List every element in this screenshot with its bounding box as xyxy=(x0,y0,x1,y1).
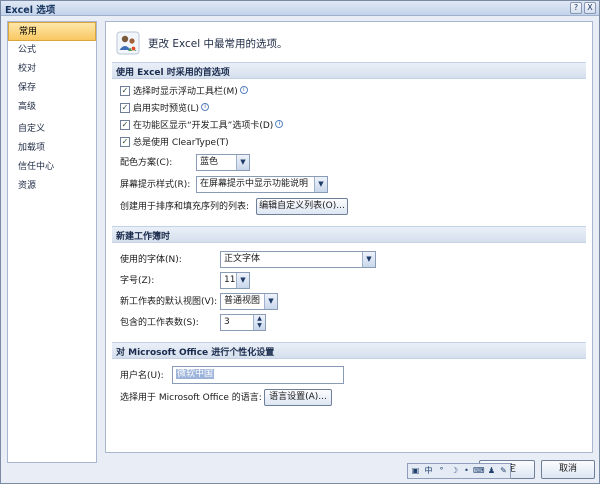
sidebar-item-formulas[interactable]: 公式 xyxy=(8,41,96,60)
option-cleartype-label: 总是使用 ClearType(T) xyxy=(133,138,229,148)
close-button[interactable]: X xyxy=(584,2,596,14)
section-personalize-title: 对 Microsoft Office 进行个性化设置 xyxy=(116,348,275,358)
sheet-count-stepper[interactable]: 3 ▲ ▼ xyxy=(220,314,266,331)
default-view-select[interactable]: 普通视图 ▼ xyxy=(220,293,278,310)
screentip-select[interactable]: 在屏幕提示中显示功能说明 ▼ xyxy=(196,176,328,193)
punctuation-icon[interactable]: ° xyxy=(436,465,447,477)
section-preferences-title: 使用 Excel 时采用的首选项 xyxy=(116,68,230,78)
sidebar-item-addins[interactable]: 加载项 xyxy=(8,139,96,158)
username-value: 微软中国 xyxy=(176,369,215,379)
font-size-label: 字号(Z): xyxy=(120,276,155,286)
option-developer-tab-label: 在功能区显示“开发工具”选项卡(D) xyxy=(133,121,274,131)
checkbox-developer-tab[interactable]: ✓ xyxy=(120,119,130,130)
ime-language-bar[interactable]: ▣ 中 ° ☽ • ⌨ ♟ ✎ xyxy=(407,463,511,479)
chevron-down-icon[interactable]: ▼ xyxy=(236,273,249,288)
chevron-down-icon[interactable]: ▼ xyxy=(314,177,327,192)
default-view-value: 普通视图 xyxy=(224,296,261,306)
users-settings-icon xyxy=(116,31,140,55)
language-settings-button[interactable]: 语言设置(A)... xyxy=(264,389,332,406)
sidebar-item-save[interactable]: 保存 xyxy=(8,79,96,98)
cancel-button[interactable]: 取消 xyxy=(541,460,595,479)
sidebar-item-resources[interactable]: 资源 xyxy=(8,177,96,196)
chevron-down-icon[interactable]: ▼ xyxy=(236,155,249,170)
panel-header: 更改 Excel 中最常用的选项。 xyxy=(116,28,586,60)
screentip-value: 在屏幕提示中显示功能说明 xyxy=(200,179,309,189)
moon-icon[interactable]: ☽ xyxy=(449,465,460,477)
excel-options-window: Excel 选项 ? X 常用 公式 校对 保存 高级 自定义 加载项 信任中心… xyxy=(0,0,600,484)
sidebar: 常用 公式 校对 保存 高级 自定义 加载项 信任中心 资源 xyxy=(7,21,97,463)
font-select[interactable]: 正文字体 ▼ xyxy=(220,251,376,268)
option-live-preview-label: 启用实时预览(L) xyxy=(133,104,200,114)
dot-icon[interactable]: • xyxy=(461,465,472,477)
option-cleartype[interactable]: ✓ 总是使用 ClearType(T) xyxy=(120,135,229,151)
color-scheme-value: 蓝色 xyxy=(200,157,219,167)
username-input[interactable]: 微软中国 xyxy=(172,366,344,384)
option-floating-toolbar-label: 选择时显示浮动工具栏(M) xyxy=(133,87,238,97)
font-value: 正文字体 xyxy=(224,254,261,264)
font-label: 使用的字体(N): xyxy=(120,255,182,265)
user-icon[interactable]: ♟ xyxy=(486,465,497,477)
sidebar-item-advanced[interactable]: 高级 xyxy=(8,98,96,117)
sheet-count-value: 3 xyxy=(224,317,230,327)
font-size-value: 11 xyxy=(224,275,236,285)
default-view-label: 新工作表的默认视图(V): xyxy=(120,297,218,307)
checkbox-floating-toolbar[interactable]: ✓ xyxy=(120,85,130,96)
section-preferences: 使用 Excel 时采用的首选项 xyxy=(112,62,586,79)
chevron-down-icon[interactable]: ▼ xyxy=(264,294,277,309)
section-new-workbook-title: 新建工作簿时 xyxy=(116,232,171,242)
screentip-label: 屏幕提示样式(R): xyxy=(120,180,191,190)
ime-logo-icon[interactable]: ▣ xyxy=(410,465,421,477)
sidebar-item-customize[interactable]: 自定义 xyxy=(8,120,96,139)
info-icon: i xyxy=(239,85,248,94)
section-new-workbook: 新建工作簿时 xyxy=(112,226,586,243)
username-label: 用户名(U): xyxy=(120,371,164,381)
info-icon: i xyxy=(201,102,210,111)
checkbox-cleartype[interactable]: ✓ xyxy=(120,136,130,147)
title-bar[interactable]: Excel 选项 ? X xyxy=(1,1,599,16)
font-size-select[interactable]: 11 ▼ xyxy=(220,272,250,289)
language-label: 选择用于 Microsoft Office 的语言: xyxy=(120,393,262,403)
option-developer-tab[interactable]: ✓ 在功能区显示“开发工具”选项卡(D) i xyxy=(120,118,284,134)
panel-header-text: 更改 Excel 中最常用的选项。 xyxy=(148,38,288,50)
chinese-mode-icon[interactable]: 中 xyxy=(423,465,434,477)
options-panel: 更改 Excel 中最常用的选项。 使用 Excel 时采用的首选项 ✓ 选择时显… xyxy=(105,21,593,453)
sidebar-item-proofing[interactable]: 校对 xyxy=(8,60,96,79)
spin-arrows-icon[interactable]: ▲ ▼ xyxy=(253,315,265,330)
info-icon: i xyxy=(275,119,284,128)
custom-list-label: 创建用于排序和填充序列的列表: xyxy=(120,202,250,212)
color-scheme-label: 配色方案(C): xyxy=(120,158,173,168)
help-button[interactable]: ? xyxy=(570,2,582,14)
section-personalize: 对 Microsoft Office 进行个性化设置 xyxy=(112,342,586,359)
option-live-preview[interactable]: ✓ 启用实时预览(L) i xyxy=(120,101,210,117)
chevron-down-icon[interactable]: ▼ xyxy=(362,252,375,267)
window-title: Excel 选项 xyxy=(5,5,56,16)
wrench-icon[interactable]: ✎ xyxy=(498,465,509,477)
edit-custom-lists-button[interactable]: 编辑自定义列表(O)... xyxy=(256,198,348,215)
sidebar-item-trust-center[interactable]: 信任中心 xyxy=(8,158,96,177)
checkbox-live-preview[interactable]: ✓ xyxy=(120,102,130,113)
keyboard-icon[interactable]: ⌨ xyxy=(473,465,485,477)
sidebar-item-popular[interactable]: 常用 xyxy=(8,22,96,41)
color-scheme-select[interactable]: 蓝色 ▼ xyxy=(196,154,250,171)
sheet-count-label: 包含的工作表数(S): xyxy=(120,318,199,328)
option-floating-toolbar[interactable]: ✓ 选择时显示浮动工具栏(M) i xyxy=(120,84,248,100)
